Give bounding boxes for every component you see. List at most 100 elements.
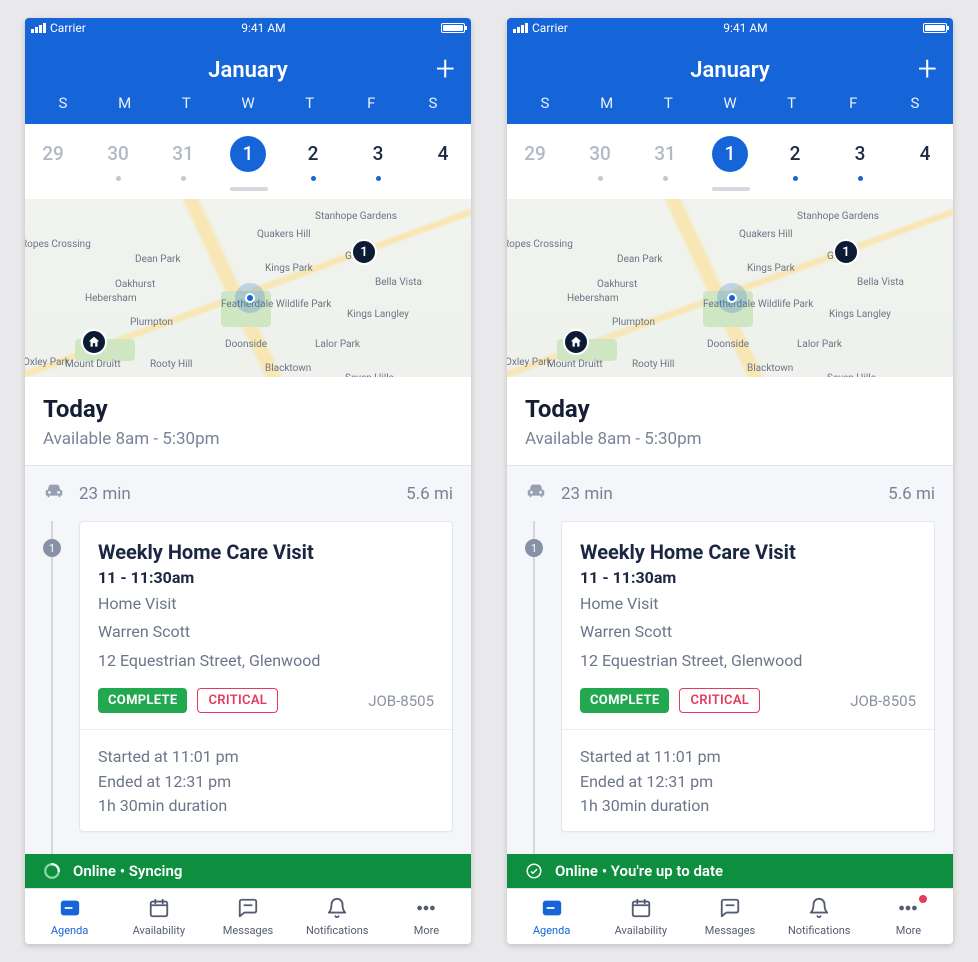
phone-screen: Carrier 9:41 AM January + SMTWTFS2930311… [25, 18, 471, 944]
weekday-label: M [107, 94, 143, 112]
map-label: Quakers Hill [257, 229, 311, 240]
map-label: Kings Park [747, 263, 795, 274]
job-card[interactable]: Weekly Home Care Visit 11 - 11:30am Home… [79, 521, 453, 832]
tab-bar: Agenda Availability Messages Notificatio… [507, 888, 953, 944]
weekday-row: SMTWTFS [517, 92, 943, 124]
tab-messages[interactable]: Messages [685, 889, 774, 944]
map-label: Rooty Hill [150, 359, 192, 370]
job-started: Started at 11:01 pm [98, 746, 434, 768]
map-label: Dean Park [617, 254, 662, 265]
map-label: Stanhope Gardens [797, 211, 879, 222]
today-title: Today [525, 395, 935, 423]
home-pin[interactable] [563, 329, 589, 355]
job-person: Warren Scott [580, 621, 916, 643]
tab-availability[interactable]: Availability [114, 889, 203, 944]
day-number: 4 [907, 136, 943, 172]
timeline-stop: 1 [43, 539, 61, 557]
weekday-label: T [650, 94, 686, 112]
sync-text: Online • Syncing [73, 862, 182, 880]
day-cell[interactable]: 31 [165, 136, 201, 191]
add-button[interactable]: + [918, 52, 937, 86]
day-number: 2 [777, 136, 813, 172]
date-row[interactable]: 29 30 31 1234 [25, 124, 471, 199]
day-cell[interactable]: 29 [35, 136, 71, 191]
map-label: Bella Vista [857, 277, 904, 288]
status-bar: Carrier 9:41 AM [25, 18, 471, 38]
drag-handle[interactable] [712, 187, 750, 191]
status-complete-badge: COMPLETE [98, 688, 187, 713]
month-title: January [690, 58, 770, 83]
today-header: Today Available 8am - 5:30pm [507, 377, 953, 466]
tab-label: Agenda [533, 924, 570, 937]
month-title: January [208, 58, 288, 83]
tab-label: Notifications [306, 924, 369, 937]
tab-notifications[interactable]: Notifications [775, 889, 864, 944]
event-dot [181, 176, 186, 181]
day-cell[interactable]: 1 [230, 136, 266, 191]
event-dot [311, 176, 316, 181]
carrier-label: Carrier [532, 21, 568, 35]
calendar-header: January + SMTWTFS [25, 38, 471, 124]
tab-label: Notifications [788, 924, 851, 937]
day-cell[interactable]: 31 [647, 136, 683, 191]
job-time: 11 - 11:30am [580, 568, 916, 587]
travel-duration: 23 min [79, 484, 131, 504]
map-label: Kings Park [265, 263, 313, 274]
tab-label: Messages [705, 924, 755, 937]
tab-more[interactable]: More [864, 889, 953, 944]
day-number: 1 [230, 136, 266, 172]
travel-row: 23 min 5.6 mi [507, 466, 953, 521]
home-pin[interactable] [81, 329, 107, 355]
current-location-icon [717, 283, 747, 313]
day-cell[interactable]: 3 [360, 136, 396, 191]
job-person: Warren Scott [98, 621, 434, 643]
day-number: 1 [712, 136, 748, 172]
signal-icon [31, 23, 46, 33]
day-number: 30 [100, 136, 136, 172]
tab-notifications[interactable]: Notifications [293, 889, 382, 944]
day-cell[interactable]: 2 [295, 136, 331, 191]
map-view[interactable]: Ropes CrossingDean ParkQuakers HillStanh… [507, 199, 953, 377]
carrier-label: Carrier [50, 21, 86, 35]
day-number: 29 [517, 136, 553, 172]
drag-handle[interactable] [230, 187, 268, 191]
calendar-header: January + SMTWTFS [507, 38, 953, 124]
job-address: 12 Equestrian Street, Glenwood [98, 650, 434, 672]
add-button[interactable]: + [436, 52, 455, 86]
map-view[interactable]: Ropes CrossingDean ParkQuakers HillStanh… [25, 199, 471, 377]
event-dot [858, 176, 863, 181]
day-cell[interactable]: 30 [100, 136, 136, 191]
event-dot [663, 176, 668, 181]
tab-agenda[interactable]: Agenda [25, 889, 114, 944]
event-dot [116, 176, 121, 181]
map-label: Dean Park [135, 254, 180, 265]
tab-messages[interactable]: Messages [203, 889, 292, 944]
weekday-row: SMTWTFS [35, 92, 461, 124]
day-number: 3 [360, 136, 396, 172]
day-cell[interactable]: 30 [582, 136, 618, 191]
weekday-label: S [415, 94, 451, 112]
map-label: Stanhope Gardens [315, 211, 397, 222]
weekday-label: W [230, 94, 266, 112]
map-pin[interactable]: 1 [833, 239, 859, 265]
event-dot [598, 176, 603, 181]
tab-agenda[interactable]: Agenda [507, 889, 596, 944]
day-cell[interactable]: 29 [517, 136, 553, 191]
day-cell[interactable]: 1 [712, 136, 748, 191]
date-row[interactable]: 29 30 31 1234 [507, 124, 953, 199]
tab-more[interactable]: More [382, 889, 471, 944]
day-cell[interactable]: 3 [842, 136, 878, 191]
phone-screen: Carrier 9:41 AM January + SMTWTFS2930311… [507, 18, 953, 944]
day-cell[interactable]: 4 [425, 136, 461, 191]
tab-availability[interactable]: Availability [596, 889, 685, 944]
tab-label: Availability [615, 924, 667, 937]
notification-dot [919, 895, 927, 903]
map-label: Seven Hills [827, 373, 876, 377]
job-time: 11 - 11:30am [98, 568, 434, 587]
job-card[interactable]: Weekly Home Care Visit 11 - 11:30am Home… [561, 521, 935, 832]
map-label: Lalor Park [315, 339, 360, 350]
map-pin[interactable]: 1 [351, 239, 377, 265]
map-label: Oxley Park [25, 357, 70, 368]
day-cell[interactable]: 4 [907, 136, 943, 191]
day-cell[interactable]: 2 [777, 136, 813, 191]
